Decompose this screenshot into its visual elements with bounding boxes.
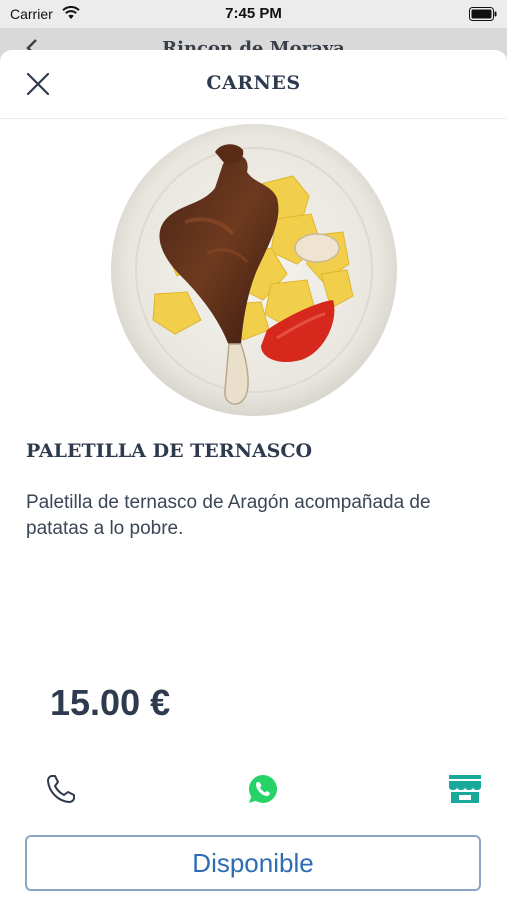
whatsapp-icon	[248, 774, 278, 803]
sheet-header: CARNES	[0, 50, 507, 119]
store-button[interactable]	[446, 772, 484, 806]
availability-button[interactable]: Disponible	[25, 835, 481, 891]
status-bar: Carrier 7:45 PM	[0, 0, 507, 28]
phone-icon	[47, 775, 75, 803]
dish-description: Paletilla de ternasco de Aragón acompaña…	[26, 492, 431, 539]
store-icon	[449, 775, 481, 803]
dish-price: 15.00 €	[50, 682, 171, 723]
dish-name: PALETILLA DE TERNASCO	[26, 440, 313, 462]
dish-photo	[111, 124, 397, 416]
sheet-title: CARNES	[206, 72, 301, 94]
battery-icon	[469, 7, 497, 26]
whatsapp-button[interactable]	[246, 772, 280, 806]
clock: 7:45 PM	[225, 5, 282, 22]
product-detail-sheet: CARNES PALETILLA DE TERNASCO Paletilla d…	[0, 50, 507, 900]
call-button[interactable]	[44, 772, 78, 806]
